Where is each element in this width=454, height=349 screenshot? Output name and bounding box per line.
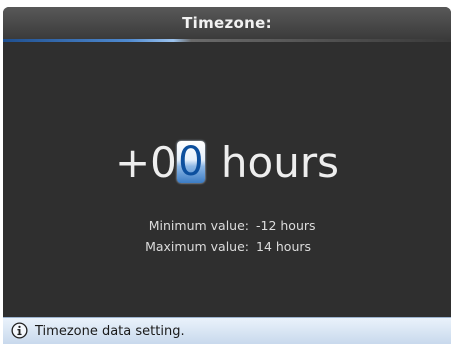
maximum-row: Maximum value: 14 hours [3,236,451,257]
status-bar: Timezone data setting. [3,317,451,345]
minimum-label: Minimum value: [148,218,249,233]
window-title: Timezone: [3,7,451,39]
limits-panel: Minimum value: -12 hours Maximum value: … [3,215,451,257]
minimum-value: -12 hours [256,218,316,233]
maximum-value: 14 hours [256,239,312,254]
status-message: Timezone data setting. [35,324,185,339]
timezone-dialog: Timezone: +00 hours Minimum value: -12 ho… [3,7,451,344]
minimum-row: Minimum value: -12 hours [3,215,451,236]
offset-unit: hours [220,138,339,187]
title-underline [3,39,451,42]
info-icon [11,322,28,339]
offset-prefix: +0 [114,138,177,187]
bottom-edge [0,344,454,349]
timezone-offset-editor[interactable]: +00 hours [3,133,451,193]
digit-cursor[interactable]: 0 [176,141,205,183]
maximum-label: Maximum value: [145,239,249,254]
